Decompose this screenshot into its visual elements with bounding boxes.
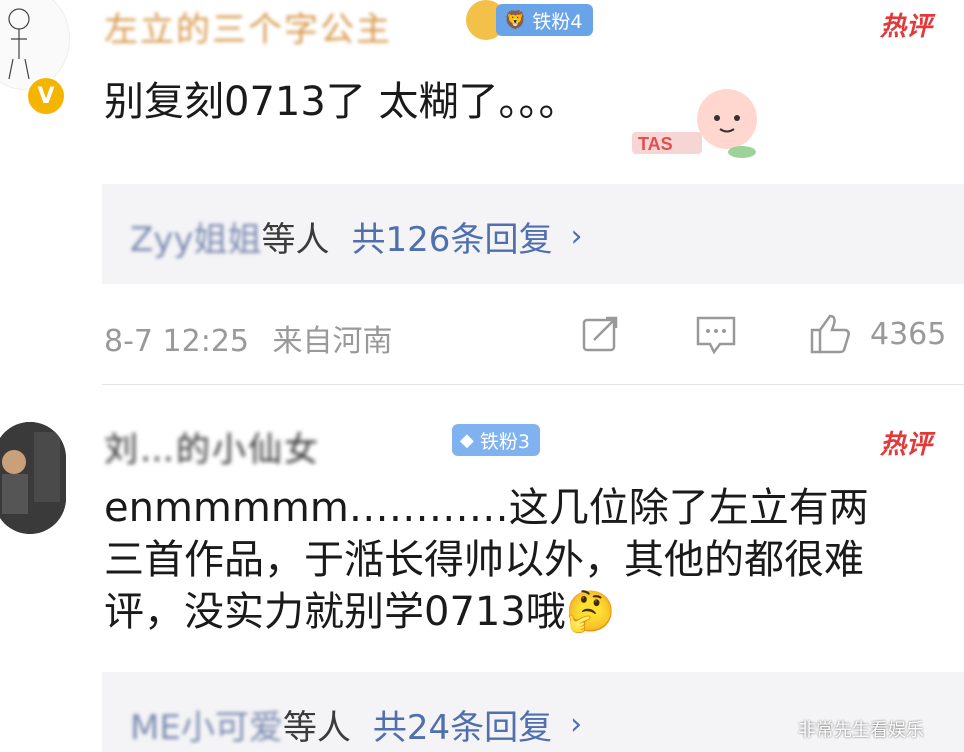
comment-author-name[interactable]: 刘…的小仙女 (104, 422, 320, 471)
reply-user-names[interactable]: Zyy姐姐 (130, 212, 262, 261)
repost-button[interactable] (580, 312, 624, 356)
fan-level-badge[interactable]: ◆ 铁粉3 (452, 424, 540, 456)
comment-button[interactable] (694, 312, 738, 356)
comment-meta: 8-7 12:25 来自河南 (104, 316, 393, 360)
comment-line: enmmmmm…………这几位除了左立有两 (104, 485, 869, 531)
diamond-icon: ◆ (460, 429, 474, 451)
comment-location: 来自河南 (272, 324, 393, 359)
comment-icon (696, 316, 736, 355)
divider (102, 384, 964, 385)
watermark: 非常先生看娱乐 (798, 720, 924, 741)
svg-text:TAS: TAS (638, 134, 673, 154)
repost-icon (582, 316, 618, 352)
reply-count-link[interactable]: 共24条回复 (373, 700, 552, 749)
verified-badge-icon: V (26, 76, 66, 116)
fan-badge-icon: 🦁 (504, 9, 527, 31)
thumbs-up-icon (810, 314, 850, 354)
hot-comment-label: 热评 (880, 430, 933, 460)
like-button[interactable]: 4365 (806, 310, 946, 358)
peach-sticker: TAS (632, 74, 762, 164)
like-count: 4365 (870, 316, 947, 352)
comment-text: 别复刻0713了 太糊了。。。 (104, 79, 579, 125)
reply-user-names[interactable]: ME小可爱 (130, 700, 283, 749)
fan-level-badge[interactable]: 🦁 铁粉4 (496, 4, 593, 36)
comment-author-name[interactable]: 左立的三个字公主 (104, 2, 392, 51)
comment-time: 8-7 12:25 (104, 324, 249, 359)
comment-line: 评，没实力就别学0713哦🤔 (104, 589, 616, 635)
reply-separator: 等人 (261, 220, 330, 260)
comment-text: enmmmmm…………这几位除了左立有两 三首作品，于湉长得帅以外，其他的都很难… (104, 482, 954, 638)
comment-line: 三首作品，于湉长得帅以外，其他的都很难 (104, 537, 864, 583)
reply-separator: 等人 (282, 708, 351, 748)
chevron-right-icon: › (570, 219, 583, 254)
reply-count-link[interactable]: 共126条回复 (352, 212, 553, 261)
avatar[interactable] (0, 0, 70, 90)
chevron-right-icon: › (570, 707, 583, 742)
avatar[interactable] (0, 422, 66, 534)
hot-comment-label: 热评 (880, 12, 933, 42)
replies-preview-box[interactable]: Zyy姐姐 等人 共126条回复 › (102, 184, 964, 284)
